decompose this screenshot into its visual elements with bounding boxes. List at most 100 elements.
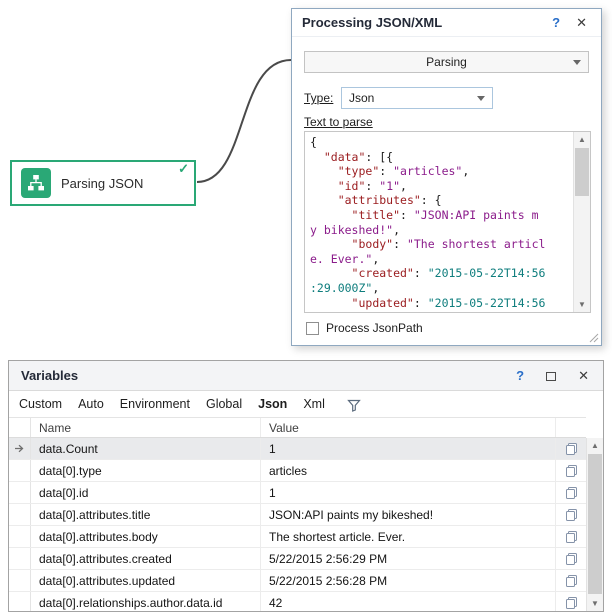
row-gutter xyxy=(9,460,31,481)
var-name: data[0].id xyxy=(31,482,261,503)
code-line: "title": "JSON:API paints m xyxy=(310,208,568,223)
var-name: data[0].attributes.updated xyxy=(31,570,261,591)
chevron-down-icon xyxy=(573,60,581,65)
grid-scrollbar[interactable]: ▲ ▼ xyxy=(586,438,603,611)
var-name: data.Count xyxy=(31,438,261,459)
parsing-json-node[interactable]: Parsing JSON ✓ xyxy=(10,160,196,206)
processing-json-xml-dialog: Processing JSON/XML ? ✕ Parsing Type: Js… xyxy=(291,8,602,346)
variables-grid: Name Value data.Count1data[0].typearticl… xyxy=(9,417,603,611)
copy-button[interactable] xyxy=(556,438,586,459)
close-button[interactable]: ✕ xyxy=(578,368,589,384)
var-value: JSON:API paints my bikeshed! xyxy=(261,504,556,525)
maximize-button[interactable] xyxy=(546,372,556,381)
tabs: Custom Auto Environment Global Json Xml xyxy=(19,397,325,411)
scroll-up-icon[interactable]: ▲ xyxy=(587,438,603,453)
copy-button[interactable] xyxy=(556,460,586,481)
success-check-icon: ✓ xyxy=(178,162,189,176)
sitemap-icon xyxy=(21,168,51,198)
row-gutter xyxy=(9,570,31,591)
copy-button[interactable] xyxy=(556,592,586,611)
tab-environment[interactable]: Environment xyxy=(120,397,190,411)
var-name: data[0].attributes.title xyxy=(31,504,261,525)
code-line: "attributes": { xyxy=(310,193,568,208)
table-row[interactable]: data[0].id1 xyxy=(9,482,586,504)
var-value: articles xyxy=(261,460,556,481)
dialog-title: Processing JSON/XML xyxy=(302,15,548,30)
variables-titlebar: Variables ? ✕ xyxy=(9,361,603,391)
filter-icon[interactable] xyxy=(347,399,361,412)
table-row[interactable]: data[0].attributes.bodyThe shortest arti… xyxy=(9,526,586,548)
code-content[interactable]: { "data": [{ "type": "articles", "id": "… xyxy=(305,132,573,312)
parsing-mode-dropdown[interactable]: Parsing xyxy=(304,51,589,73)
resize-grip[interactable] xyxy=(587,331,599,343)
scrollbar-thumb[interactable] xyxy=(588,454,602,594)
code-line: "updated": "2015-05-22T14:56 xyxy=(310,296,568,311)
table-row[interactable]: data.Count1 xyxy=(9,438,586,460)
copy-button[interactable] xyxy=(556,504,586,525)
var-value: 1 xyxy=(261,482,556,503)
var-name: data[0].type xyxy=(31,460,261,481)
table-row[interactable]: data[0].attributes.titleJSON:API paints … xyxy=(9,504,586,526)
code-line: "id": "1", xyxy=(310,179,568,194)
copy-button[interactable] xyxy=(556,526,586,547)
help-button[interactable]: ? xyxy=(516,368,524,383)
current-row-arrow-icon xyxy=(9,438,31,459)
code-line: "body": "The shortest articl xyxy=(310,237,568,252)
scroll-up-icon[interactable]: ▲ xyxy=(574,132,590,147)
var-value: 42 xyxy=(261,592,556,611)
code-line: "data": [{ xyxy=(310,150,568,165)
type-dropdown[interactable]: Json xyxy=(341,87,493,109)
parsing-mode-value: Parsing xyxy=(426,55,467,69)
var-value: 1 xyxy=(261,438,556,459)
var-name: data[0].attributes.created xyxy=(31,548,261,569)
table-row[interactable]: data[0].typearticles xyxy=(9,460,586,482)
process-jsonpath-row: Process JsonPath xyxy=(306,321,423,335)
tab-custom[interactable]: Custom xyxy=(19,397,62,411)
close-button[interactable]: ✕ xyxy=(572,15,591,31)
code-line: "created": "2015-05-22T14:56 xyxy=(310,266,568,281)
var-name: data[0].relationships.author.data.id xyxy=(31,592,261,611)
help-button[interactable]: ? xyxy=(548,15,564,31)
tab-auto[interactable]: Auto xyxy=(78,397,104,411)
copy-button[interactable] xyxy=(556,548,586,569)
tab-global[interactable]: Global xyxy=(206,397,242,411)
type-label: Type: xyxy=(304,91,333,105)
row-gutter xyxy=(9,504,31,525)
code-line: "type": "articles", xyxy=(310,164,568,179)
variables-title: Variables xyxy=(21,368,494,383)
code-line: y bikeshed!", xyxy=(310,223,568,238)
row-gutter xyxy=(9,526,31,547)
row-gutter xyxy=(9,592,31,611)
row-gutter xyxy=(9,548,31,569)
tab-json[interactable]: Json xyxy=(258,397,287,411)
copy-button[interactable] xyxy=(556,570,586,591)
process-jsonpath-checkbox[interactable] xyxy=(306,322,319,335)
var-value: 5/22/2015 2:56:29 PM xyxy=(261,548,556,569)
variables-panel: Variables ? ✕ Custom Auto Environment Globa… xyxy=(8,360,604,612)
dialog-titlebar: Processing JSON/XML ? ✕ xyxy=(292,9,601,37)
copy-button[interactable] xyxy=(556,482,586,503)
chevron-down-icon xyxy=(477,96,485,101)
text-to-parse-label: Text to parse xyxy=(304,115,373,129)
scrollbar-thumb[interactable] xyxy=(575,148,589,196)
text-to-parse-editor[interactable]: { "data": [{ "type": "articles", "id": "… xyxy=(304,131,591,313)
editor-scrollbar[interactable]: ▲ ▼ xyxy=(573,132,590,312)
table-row[interactable]: data[0].attributes.created5/22/2015 2:56… xyxy=(9,548,586,570)
value-column-header[interactable]: Value xyxy=(261,418,556,437)
table-row[interactable]: data[0].attributes.updated5/22/2015 2:56… xyxy=(9,570,586,592)
scroll-down-icon[interactable]: ▼ xyxy=(587,596,603,611)
code-line: :29.000Z", xyxy=(310,281,568,296)
tab-xml[interactable]: Xml xyxy=(303,397,325,411)
code-line: e. Ever.", xyxy=(310,252,568,267)
grid-header: Name Value xyxy=(9,417,586,438)
var-name: data[0].attributes.body xyxy=(31,526,261,547)
name-column-header[interactable]: Name xyxy=(31,418,261,437)
row-gutter xyxy=(9,482,31,503)
var-value: The shortest article. Ever. xyxy=(261,526,556,547)
node-label: Parsing JSON xyxy=(61,176,143,191)
copy-column-header xyxy=(556,418,586,437)
scroll-down-icon[interactable]: ▼ xyxy=(574,297,590,312)
type-value: Json xyxy=(349,91,374,105)
table-row[interactable]: data[0].relationships.author.data.id42 xyxy=(9,592,586,611)
gutter-header xyxy=(9,418,31,437)
